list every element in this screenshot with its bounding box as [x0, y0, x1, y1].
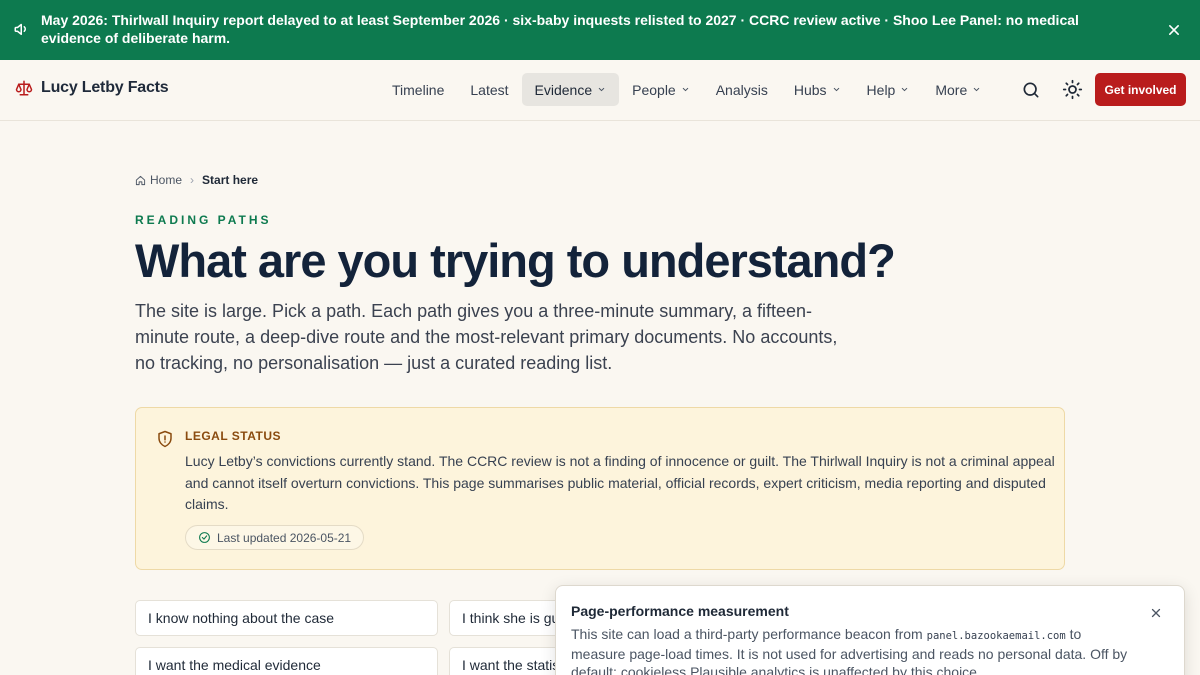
nav-item-more[interactable]: More [922, 73, 994, 106]
nav-item-timeline[interactable]: Timeline [379, 73, 457, 106]
nav-item-evidence[interactable]: Evidence [521, 73, 620, 106]
brand-link[interactable]: Lucy Letby Facts [15, 79, 169, 97]
sun-icon[interactable] [1062, 79, 1083, 100]
breadcrumb: Home › Start here [135, 173, 258, 187]
nav-item-people[interactable]: People [619, 73, 703, 106]
get-involved-button[interactable]: Get involved [1095, 73, 1186, 106]
main-nav: Timeline Latest Evidence People Analysis Hubs… [379, 73, 994, 106]
eyebrow: READING PATHS [135, 213, 272, 227]
consent-body: This site can load a third-party perform… [571, 625, 1131, 675]
legal-status-card: LEGAL STATUS Lucy Letby’s convictions cu… [135, 407, 1065, 570]
consent-domain: panel.bazookaemail.com [926, 630, 1066, 642]
close-icon[interactable] [1164, 20, 1184, 40]
search-icon[interactable] [1021, 80, 1041, 100]
nav-item-label: People [632, 81, 676, 98]
nav-item-label: Help [866, 81, 896, 98]
last-updated-badge: Last updated 2026-05-21 [185, 525, 365, 550]
banner-text-a: Thirlwall Inquiry report delayed to at l… [107, 12, 1006, 28]
legal-status-title: LEGAL STATUS [185, 429, 281, 443]
lead-paragraph: The site is large. Pick a path. Each pat… [135, 301, 838, 373]
announcement-banner: May 2026: Thirlwall Inquiry report delay… [0, 0, 1200, 60]
last-updated-text: Last updated 2026-05-21 [217, 530, 352, 545]
chevron-down-icon [682, 87, 688, 92]
nav-item-help[interactable]: Help [854, 73, 923, 106]
breadcrumb-home[interactable]: Home [135, 173, 182, 187]
consent-text-a: This site can load a third-party perform… [571, 626, 927, 642]
path-button[interactable]: I know nothing about the case [135, 600, 438, 636]
scales-icon [15, 80, 33, 96]
nav-item-latest[interactable]: Latest [457, 73, 521, 106]
chevron-down-icon [833, 87, 839, 92]
performance-consent-panel: Page-performance measurement This site c… [555, 585, 1185, 675]
home-icon [135, 175, 146, 185]
consent-title: Page-performance measurement [571, 603, 789, 619]
nav-item-label: Hubs [793, 81, 827, 98]
nav-item-hubs[interactable]: Hubs [781, 73, 854, 106]
nav-item-label: More [935, 81, 968, 98]
chevron-down-icon [902, 87, 908, 92]
breadcrumb-home-label: Home [150, 173, 183, 187]
page-title: What are you trying to understand? [135, 234, 896, 287]
nav-item-label: Timeline [392, 81, 445, 98]
megaphone-icon [14, 23, 26, 35]
breadcrumb-current: Start here [202, 173, 259, 187]
path-button[interactable]: I want the medical evidence [135, 647, 438, 675]
legal-status-body: Lucy Letby’s convictions currently stand… [185, 453, 1055, 512]
banner-text: May 2026: Thirlwall Inquiry report delay… [41, 11, 1121, 47]
close-icon[interactable] [1149, 606, 1163, 620]
brand-name: Lucy Letby Facts [41, 79, 169, 96]
shield-alert-icon [158, 430, 172, 448]
nav-item-label: Latest [470, 81, 509, 98]
chevron-down-icon [974, 87, 980, 92]
nav-item-label: Evidence [534, 81, 593, 98]
chevron-down-icon [598, 87, 605, 92]
banner-label: May 2026: [41, 12, 108, 28]
chevron-right-icon: › [190, 173, 195, 187]
nav-item-analysis[interactable]: Analysis [703, 73, 781, 106]
site-header: Lucy Letby Facts Timeline Latest Evidence P… [0, 60, 1200, 121]
nav-item-label: Analysis [715, 81, 768, 98]
check-circle-icon [199, 532, 210, 543]
